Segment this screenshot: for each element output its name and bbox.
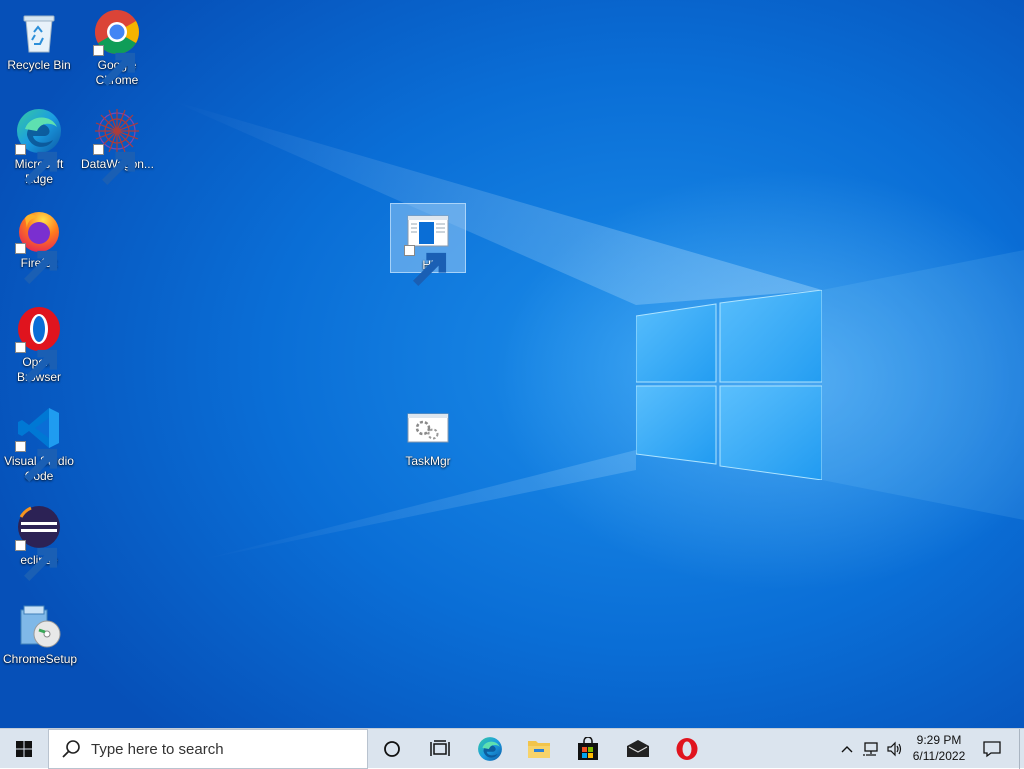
start-button[interactable] — [0, 729, 48, 769]
shortcut-arrow-icon — [93, 45, 136, 86]
show-hidden-icons-button[interactable] — [838, 729, 856, 769]
taskbar-mail-button[interactable] — [618, 729, 658, 769]
shortcut-arrow-icon — [15, 243, 58, 284]
chevron-up-icon — [841, 746, 853, 753]
folder-icon — [528, 741, 550, 758]
speaker-icon — [887, 741, 902, 757]
shortcut-arrow-icon — [15, 342, 58, 383]
task-view-button[interactable] — [420, 729, 460, 769]
chrome-setup-icon — [20, 605, 61, 648]
taskbar-store-button[interactable] — [568, 729, 608, 769]
icon-label: Recycle Bin — [7, 58, 71, 72]
shortcut-arrow-icon — [15, 540, 58, 581]
task-manager-icon — [407, 413, 449, 443]
desktop-icon-chromesetup[interactable]: ChromeSetup — [1, 598, 77, 667]
desktop-icon-eclipse[interactable]: eclipse — [1, 499, 77, 581]
taskbar-opera-button[interactable] — [667, 729, 707, 769]
desktop-icon-opera-browser[interactable]: Opera Browser — [1, 301, 77, 385]
volume-button[interactable] — [884, 729, 906, 769]
show-desktop-button[interactable] — [1019, 729, 1024, 769]
action-center-button[interactable] — [978, 729, 1006, 769]
opera-icon — [676, 738, 698, 760]
windows-start-icon — [16, 741, 32, 757]
desktop-icon-taskmgr[interactable]: TaskMgr — [390, 400, 466, 469]
notification-icon — [983, 741, 1001, 758]
edge-icon — [478, 737, 502, 761]
desktop-icon-hi[interactable]: Hi — [390, 203, 466, 286]
mail-icon — [627, 740, 649, 757]
taskbar-file-explorer-button[interactable] — [519, 729, 559, 769]
taskbar-search-box[interactable] — [48, 729, 368, 769]
shortcut-arrow-icon — [404, 245, 447, 286]
taskbar-edge-button[interactable] — [470, 729, 510, 769]
shortcut-arrow-icon — [93, 144, 136, 185]
icon-label: ChromeSetup — [3, 652, 78, 666]
desktop-icon-google-chrome[interactable]: Google Chrome — [79, 4, 155, 88]
search-input[interactable] — [89, 739, 343, 759]
desktop-icon-datawagon[interactable]: DataWagon... — [79, 103, 155, 185]
task-view-icon — [430, 740, 450, 756]
store-bag-icon — [578, 737, 598, 760]
network-button[interactable] — [860, 729, 882, 769]
desktop-icon-firefox[interactable]: Firefox — [1, 202, 77, 284]
search-icon — [62, 740, 80, 758]
taskbar-clock[interactable]: 9:29 PM 6/11/2022 — [906, 732, 972, 764]
network-icon — [863, 742, 878, 756]
shortcut-arrow-icon — [15, 441, 58, 482]
clock-date: 6/11/2022 — [912, 749, 966, 763]
icon-label: TaskMgr — [405, 454, 451, 468]
desktop-icon-visual-studio-code[interactable]: Visual Studio Code — [1, 400, 77, 484]
cortana-button[interactable] — [372, 729, 412, 769]
desktop[interactable]: Recycle Bin Google Chrome Microsoft Edge… — [0, 0, 1024, 728]
cortana-circle-icon — [384, 741, 400, 757]
taskbar: 9:29 PM 6/11/2022 — [0, 728, 1024, 769]
shortcut-arrow-icon — [15, 144, 58, 185]
desktop-icon-recycle-bin[interactable]: Recycle Bin — [1, 4, 77, 73]
desktop-icon-microsoft-edge[interactable]: Microsoft Edge — [1, 103, 77, 187]
clock-time: 9:29 PM — [916, 733, 962, 747]
recycle-bin-icon — [23, 15, 55, 53]
windows-logo-wallpaper — [636, 290, 822, 480]
